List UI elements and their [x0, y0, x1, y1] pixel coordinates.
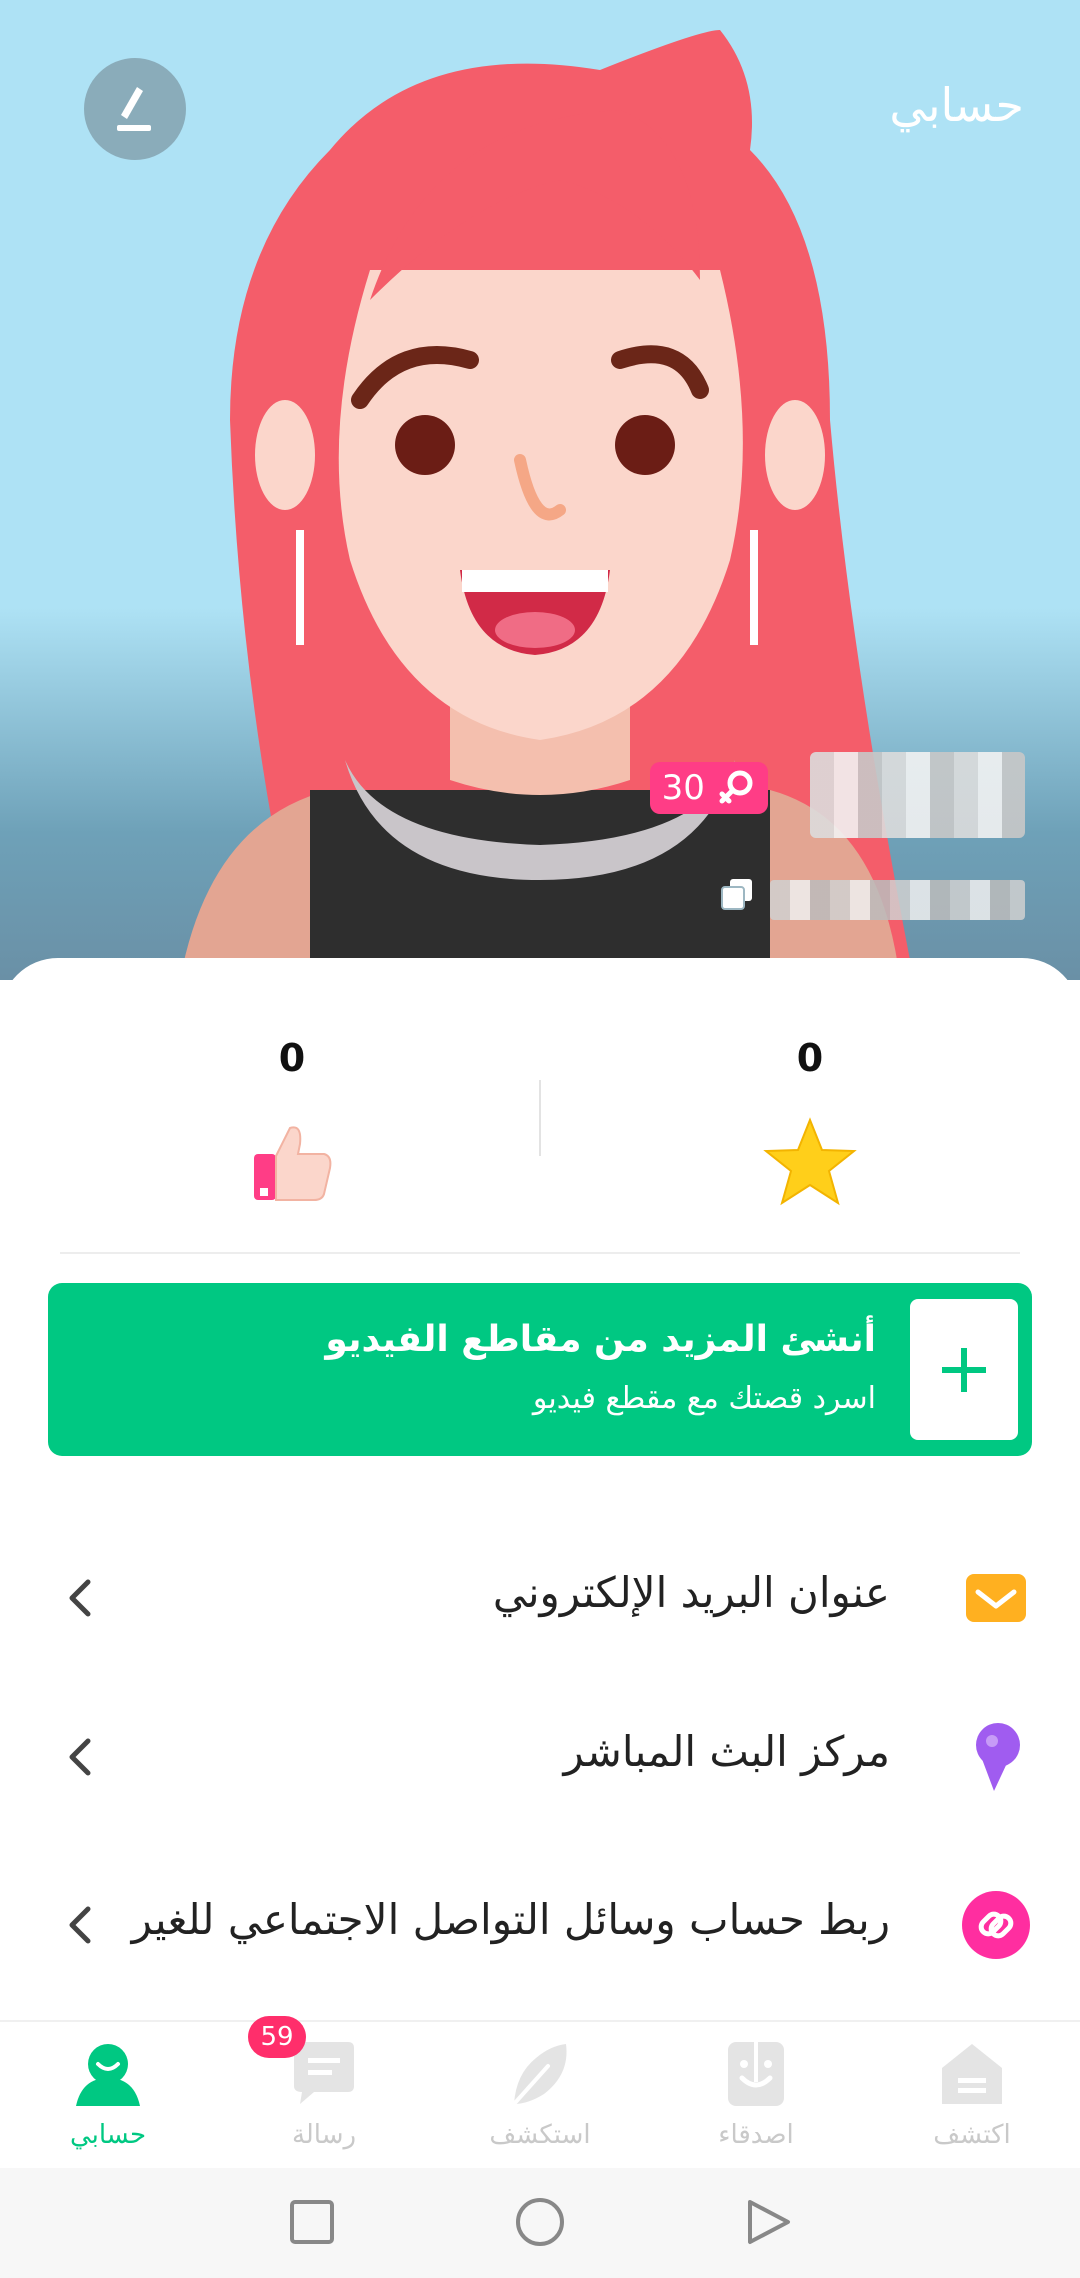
chevron-left-icon — [69, 1738, 91, 1776]
system-nav-bar — [0, 2168, 1080, 2278]
menu-item-live-center[interactable]: مركز البث المباشر — [0, 1697, 1080, 1817]
stats-divider — [539, 1080, 541, 1156]
favorites-count: 0 — [796, 1036, 824, 1080]
bottom-nav: اكتشف اصدقاء استكشف رسالة حسابي — [0, 2020, 1080, 2168]
nav-tab-discover[interactable]: اكتشف — [864, 2022, 1080, 2168]
feather-icon — [512, 2044, 567, 2106]
back-triangle-icon[interactable] — [744, 2198, 792, 2246]
thumbs-up-icon — [254, 1126, 332, 1201]
menu-item-label: ربط حساب وسائل التواصل الاجتماعي للغير — [131, 1895, 890, 1944]
friends-icon — [728, 2042, 784, 2106]
home-circle-icon[interactable] — [514, 2196, 566, 2248]
profile-icon — [76, 2044, 140, 2106]
microphone-icon — [976, 1723, 1020, 1791]
nav-tab-friends[interactable]: اصدقاء — [648, 2022, 864, 2168]
nav-tab-explore[interactable]: استكشف — [432, 2022, 648, 2168]
nav-label: حسابي — [69, 2120, 147, 2150]
level-value: 30 — [661, 768, 705, 808]
create-video-subtitle: اسرد قصتك مع مقطع فيديو — [532, 1381, 876, 1416]
stat-likes[interactable]: 0 — [22, 1036, 562, 1214]
page-title: حسابي — [889, 78, 1024, 132]
home-icon — [942, 2044, 1002, 2104]
nav-label: اكتشف — [933, 2120, 1011, 2150]
username-blurred — [810, 752, 1025, 838]
chevron-left-icon — [69, 1906, 91, 1944]
pencil-icon — [117, 87, 151, 131]
star-icon — [763, 1117, 857, 1206]
mail-icon — [966, 1574, 1026, 1622]
nav-tab-profile[interactable]: حسابي — [0, 2022, 216, 2168]
menu-item-label: عنوان البريد الإلكتروني — [492, 1568, 890, 1617]
menu-item-label: مركز البث المباشر — [563, 1727, 890, 1776]
profile-hero: حسابي 30 — [0, 0, 1080, 980]
nav-label: استكشف — [489, 2120, 591, 2150]
nav-label: اصدقاء — [718, 2120, 794, 2150]
user-id-blurred — [770, 880, 1025, 920]
level-badge: 30 — [650, 762, 768, 814]
nav-label: رسالة — [291, 2120, 357, 2150]
link-icon — [962, 1891, 1030, 1959]
stat-favorites[interactable]: 0 — [540, 1036, 1080, 1214]
likes-count: 0 — [278, 1036, 306, 1080]
plus-icon — [942, 1347, 986, 1392]
copy-icon[interactable] — [720, 877, 756, 913]
chevron-left-icon — [69, 1579, 91, 1617]
create-video-banner[interactable]: أنشئ المزيد من مقاطع الفيديو اسرد قصتك م… — [48, 1283, 1032, 1456]
create-video-title: أنشئ المزيد من مقاطع الفيديو — [325, 1319, 876, 1360]
message-count-badge: 59 — [248, 2016, 306, 2058]
divider — [60, 1252, 1020, 1254]
recents-icon[interactable] — [288, 2198, 336, 2246]
menu-item-link-social[interactable]: ربط حساب وسائل التواصل الاجتماعي للغير — [0, 1865, 1080, 1985]
menu-item-email[interactable]: عنوان البريد الإلكتروني — [0, 1538, 1080, 1658]
gender-female-icon — [719, 770, 753, 804]
edit-profile-button[interactable] — [84, 58, 186, 160]
create-video-button[interactable] — [910, 1299, 1018, 1440]
